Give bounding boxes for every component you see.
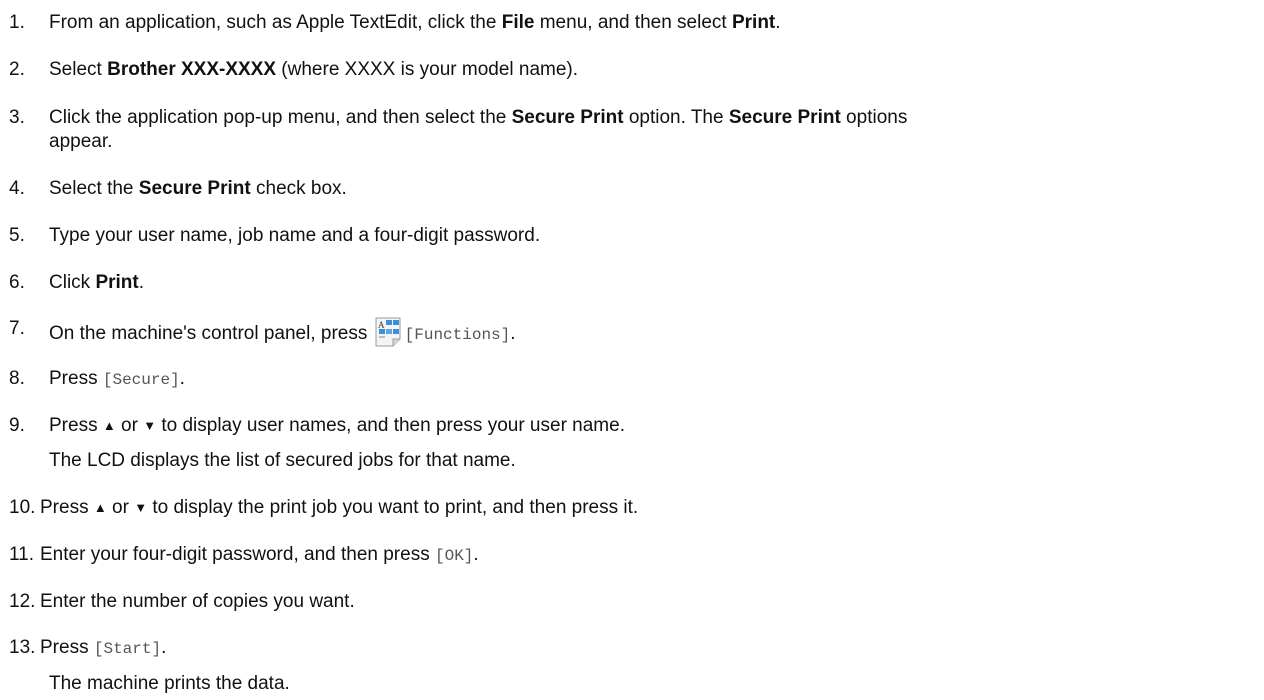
- step-9-note: The LCD displays the list of secured job…: [49, 450, 516, 471]
- step-text: Enter the number of copies you want.: [40, 591, 355, 612]
- step-text: Press [Secure].: [49, 368, 185, 389]
- step-number: 3.: [9, 107, 25, 128]
- step-number: 7.: [9, 318, 25, 339]
- option-secure-print: Secure Print: [728, 107, 841, 128]
- functions-icon: A: [375, 317, 401, 347]
- step-number: 1.: [9, 12, 25, 33]
- step-text: Click Print.: [49, 272, 145, 293]
- step-number: 5.: [9, 225, 25, 246]
- step-text: Enter your four-digit password, and then…: [40, 544, 479, 565]
- step-number: 6.: [9, 272, 25, 293]
- up-arrow-icon: ▲: [93, 500, 107, 515]
- step-text: Click the application pop-up menu, and t…: [49, 107, 908, 152]
- checkbox-secure-print: Secure Print: [138, 178, 251, 199]
- step-number: 8.: [9, 368, 25, 389]
- svg-text:A: A: [378, 320, 385, 330]
- step-number: 13.: [9, 637, 36, 658]
- step-text: From an application, such as Apple TextE…: [49, 12, 781, 33]
- up-arrow-icon: ▲: [102, 418, 116, 433]
- start-label: [Start]: [93, 640, 162, 658]
- step-number: 10.: [9, 497, 36, 518]
- menu-name-file: File: [501, 12, 535, 33]
- ok-label: [OK]: [434, 547, 474, 565]
- printer-name: Brother XXX-XXXX: [107, 59, 277, 80]
- menu-item-print: Print: [731, 12, 776, 33]
- step-13-note: The machine prints the data.: [49, 673, 290, 694]
- secure-label: [Secure]: [102, 371, 180, 389]
- down-arrow-icon: ▼: [134, 500, 148, 515]
- down-arrow-icon: ▼: [143, 418, 157, 433]
- step-text: Select the Secure Print check box.: [49, 178, 347, 199]
- button-print: Print: [95, 272, 139, 293]
- step-text: Select Brother XXX-XXXX (where XXXX is y…: [49, 59, 579, 80]
- step-text: Type your user name, job name and a four…: [49, 225, 541, 246]
- option-secure-print: Secure Print: [511, 107, 624, 128]
- step-number: 12.: [9, 591, 36, 612]
- functions-label: [Functions]: [404, 326, 511, 344]
- step-number: 11.: [9, 544, 35, 565]
- step-text: Press ▲ or ▼ to display user names, and …: [49, 415, 625, 436]
- step-number: 2.: [9, 59, 25, 80]
- step-number: 4.: [9, 178, 25, 199]
- step-text: Press ▲ or ▼ to display the print job yo…: [40, 497, 639, 518]
- step-text: On the machine's control panel, press A …: [49, 317, 1259, 347]
- step-number: 9.: [9, 415, 25, 436]
- step-text: Press [Start].: [40, 637, 167, 658]
